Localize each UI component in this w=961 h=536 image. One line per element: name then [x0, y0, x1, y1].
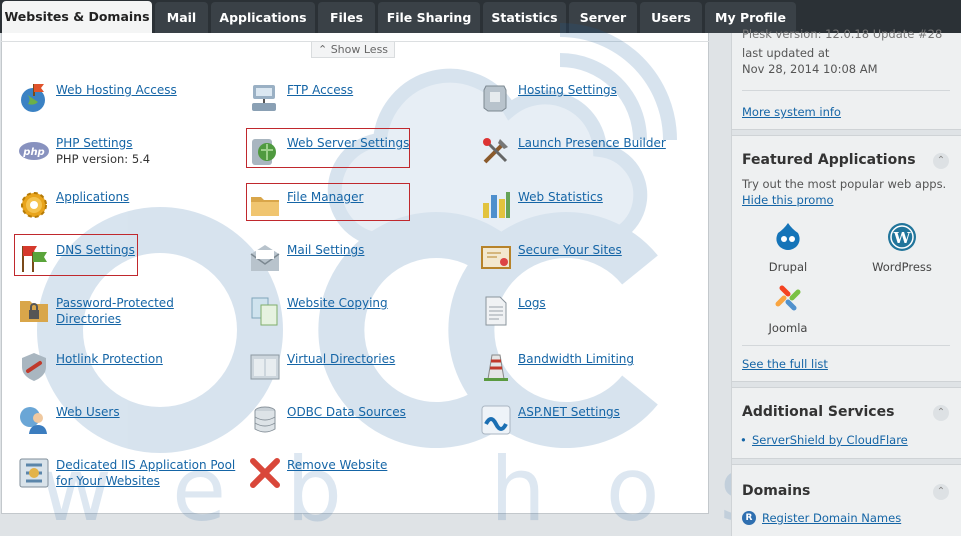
register-icon: R: [742, 511, 756, 525]
sidebar-separator: [732, 458, 961, 465]
logs-link[interactable]: Logs: [518, 295, 546, 311]
see-full-list-link[interactable]: See the full list: [742, 357, 828, 371]
dedicated-iis-pool-link-line2[interactable]: for Your Websites: [56, 473, 160, 489]
secure-your-sites-link[interactable]: Secure Your Sites: [518, 242, 622, 258]
certificate-icon: [481, 246, 511, 269]
wordpress-label: WordPress: [872, 260, 932, 274]
highlight-dns-settings: [14, 234, 138, 276]
plesk-version-text: Plesk version: 12.0.18 Update #28: [742, 27, 943, 41]
bullet-icon: •: [740, 433, 747, 447]
joomla-label: Joomla: [768, 321, 808, 335]
remove-x-icon: [250, 458, 280, 488]
drupal-label: Drupal: [768, 260, 808, 274]
svg-text:W: W: [893, 229, 912, 247]
chevron-up-icon: ⌃: [317, 43, 328, 56]
tab-file-sharing[interactable]: File Sharing: [378, 2, 480, 33]
ftp-icon: [252, 85, 276, 111]
svg-text:php: php: [22, 147, 44, 158]
tab-server[interactable]: Server: [569, 2, 637, 33]
sidebar-rule: [742, 345, 950, 346]
tab-mail[interactable]: Mail: [155, 2, 208, 33]
tab-websites-domains[interactable]: Websites & Domains: [2, 1, 152, 34]
sidebar-separator: [732, 381, 961, 388]
remove-website-link[interactable]: Remove Website: [287, 457, 387, 473]
database-icon: [254, 406, 276, 433]
sidebar-separator: [732, 129, 961, 136]
bandwidth-limiting-link[interactable]: Bandwidth Limiting: [518, 351, 634, 367]
directories-link[interactable]: Directories: [56, 311, 121, 327]
php-icon: php: [19, 142, 49, 160]
featured-apps-desc: Try out the most popular web apps.: [742, 177, 947, 191]
hosting-settings-icon: [483, 85, 507, 112]
virtual-directory-icon: [250, 354, 280, 380]
globe-flag-icon: [21, 84, 45, 112]
virtual-directories-link[interactable]: Virtual Directories: [287, 351, 395, 367]
collapse-featured-icon[interactable]: ⌃: [933, 153, 949, 169]
joomla-app[interactable]: Joomla: [764, 282, 812, 335]
additional-services-title: Additional Services: [742, 404, 895, 420]
wordpress-icon: W: [888, 223, 916, 251]
website-copying-link[interactable]: Website Copying: [287, 295, 388, 311]
php-version-text: PHP version: 5.4: [56, 152, 151, 166]
tools-icon: [483, 138, 508, 164]
odbc-data-sources-link[interactable]: ODBC Data Sources: [287, 404, 406, 420]
servershield-link[interactable]: ServerShield by CloudFlare: [752, 433, 908, 447]
gear-icon: [21, 192, 47, 218]
hosting-settings-link[interactable]: Hosting Settings: [518, 82, 617, 98]
mail-settings-link[interactable]: Mail Settings: [287, 242, 364, 258]
tab-users[interactable]: Users: [640, 2, 702, 33]
domains-title: Domains: [742, 483, 811, 499]
sidebar-rule: [742, 90, 950, 91]
web-hosting-access-link[interactable]: Web Hosting Access: [56, 82, 177, 98]
more-system-info-link[interactable]: More system info: [742, 105, 841, 119]
last-updated-value: Nov 28, 2014 10:08 AM: [742, 62, 878, 76]
register-domain-link[interactable]: Register Domain Names: [762, 511, 901, 525]
collapse-domains-icon[interactable]: ⌃: [933, 484, 949, 500]
featured-apps-title: Featured Applications: [742, 152, 916, 168]
drupal-icon: [776, 223, 800, 250]
show-less-button[interactable]: ⌃ Show Less: [311, 42, 395, 58]
right-sidebar: Plesk version: 12.0.18 Update #28 last u…: [731, 27, 961, 536]
bar-chart-icon: [483, 192, 510, 218]
password-protected-link[interactable]: Password-Protected: [56, 295, 174, 311]
limit-icon: [484, 354, 508, 381]
app-pool-icon: [19, 458, 49, 488]
web-users-link[interactable]: Web Users: [56, 404, 120, 420]
hotlink-protection-link[interactable]: Hotlink Protection: [56, 351, 163, 367]
dedicated-iis-pool-link[interactable]: Dedicated IIS Application Pool: [56, 457, 235, 473]
collapse-additional-icon[interactable]: ⌃: [933, 405, 949, 421]
copy-icon: [251, 297, 278, 326]
aspnet-settings-link[interactable]: ASP.NET Settings: [518, 404, 620, 420]
highlight-file-manager: [246, 183, 410, 221]
hide-promo-link[interactable]: Hide this promo: [742, 193, 834, 207]
drupal-app[interactable]: Drupal: [764, 221, 812, 274]
applications-link[interactable]: Applications: [56, 189, 129, 205]
last-updated-label: last updated at: [742, 46, 830, 60]
highlight-web-server-settings: [246, 128, 410, 168]
show-less-label: Show Less: [330, 43, 389, 56]
wordpress-app[interactable]: W WordPress: [870, 221, 934, 274]
locked-folder-icon: [20, 301, 48, 322]
launch-presence-builder-link[interactable]: Launch Presence Builder: [518, 135, 666, 151]
tab-applications[interactable]: Applications: [211, 2, 315, 33]
web-users-icon: [20, 407, 47, 434]
ftp-access-link[interactable]: FTP Access: [287, 82, 353, 98]
log-file-icon: [485, 296, 507, 326]
tab-files[interactable]: Files: [318, 2, 375, 33]
envelope-icon: [250, 245, 280, 271]
shield-chain-icon: [22, 353, 46, 381]
php-settings-link[interactable]: PHP Settings: [56, 135, 133, 151]
aspnet-icon: [481, 405, 511, 435]
joomla-icon: [775, 285, 801, 311]
tab-statistics[interactable]: Statistics: [483, 2, 566, 33]
web-statistics-link[interactable]: Web Statistics: [518, 189, 603, 205]
